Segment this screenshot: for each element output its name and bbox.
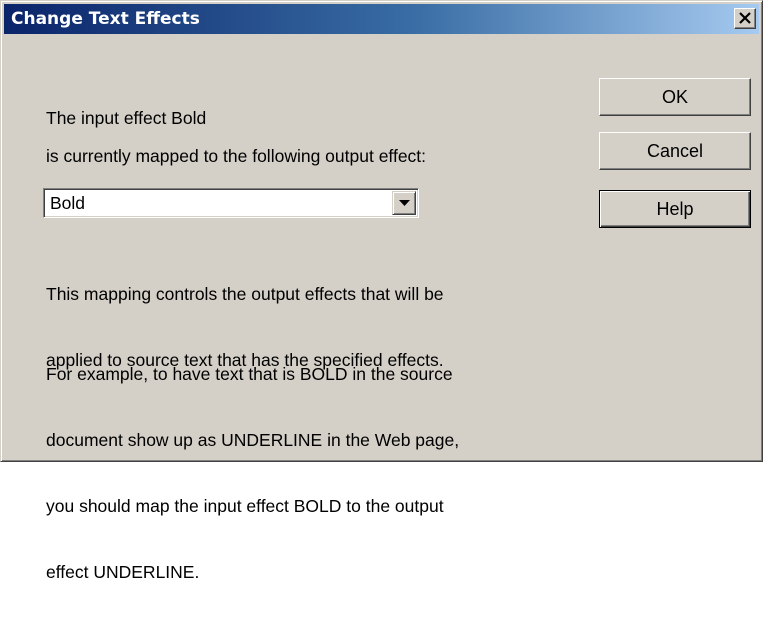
close-icon (739, 12, 751, 24)
mapped-to-label: is currently mapped to the following out… (46, 146, 427, 166)
cancel-button[interactable]: Cancel (599, 132, 751, 170)
output-effect-dropdown[interactable]: Bold (43, 188, 419, 218)
dialog-title: Change Text Effects (11, 9, 200, 29)
example-description: For example, to have text that is BOLD i… (46, 319, 459, 627)
description-line: This mapping controls the output effects… (46, 284, 444, 304)
change-text-effects-dialog: Change Text Effects The input effect Bol… (0, 0, 763, 582)
help-button[interactable]: Help (599, 190, 751, 228)
dropdown-button[interactable] (392, 191, 416, 215)
title-bar: Change Text Effects (4, 4, 759, 34)
output-effect-value: Bold (50, 193, 86, 213)
example-line: effect UNDERLINE. (46, 562, 200, 582)
example-line: you should map the input effect BOLD to … (46, 496, 444, 516)
example-line: For example, to have text that is BOLD i… (46, 364, 453, 384)
input-effect-label: The input effect Bold (46, 108, 207, 128)
example-line: document show up as UNDERLINE in the Web… (46, 430, 460, 450)
close-button[interactable] (734, 8, 756, 29)
dropdown-arrow-icon (399, 200, 410, 206)
ok-button[interactable]: OK (599, 78, 751, 116)
